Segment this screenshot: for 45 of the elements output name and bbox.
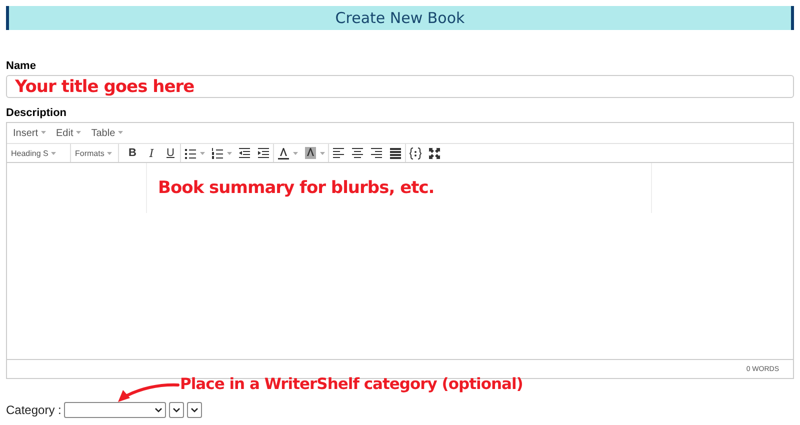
justify-icon	[389, 146, 402, 160]
category-select[interactable]	[187, 402, 202, 418]
bullet-list-icon	[184, 146, 197, 160]
dropdown-button[interactable]: Formats	[71, 144, 119, 162]
chevron-down-icon	[173, 408, 180, 412]
chevron-down-icon	[191, 408, 198, 412]
page-header: Create New Book	[6, 6, 794, 30]
name-input[interactable]: Your title goes here	[6, 75, 794, 98]
caret-icon	[118, 131, 124, 134]
annotation-text: Place in a WriterShelf category (optional)	[180, 375, 523, 393]
code-icon	[409, 146, 422, 160]
caret-icon	[293, 152, 298, 154]
indent-icon	[257, 146, 270, 160]
align-left-icon	[332, 146, 345, 160]
menu-button[interactable]: Insert	[13, 128, 46, 138]
arrow-icon	[118, 383, 180, 402]
caret-icon	[320, 152, 325, 154]
format-button[interactable]: B	[123, 144, 142, 162]
fullscreen-icon	[428, 146, 441, 160]
field-label: Name	[6, 60, 36, 72]
caret-icon	[107, 152, 112, 155]
numbered-list-icon	[211, 146, 224, 160]
caret-icon	[200, 152, 205, 154]
category-select[interactable]	[169, 402, 184, 418]
caret-icon	[51, 152, 56, 155]
caret-icon	[41, 131, 46, 134]
toolbar-button[interactable]	[180, 144, 208, 162]
align-right-icon	[370, 146, 383, 160]
caret-icon	[76, 131, 82, 134]
text-color-icon	[277, 146, 290, 160]
annotation-text: Book summary for blurbs, etc.	[158, 178, 434, 198]
field-label: Category :	[6, 403, 62, 417]
toolbar-button[interactable]	[273, 144, 301, 162]
chevron-down-icon	[155, 408, 162, 412]
format-button[interactable]: I	[142, 144, 161, 162]
format-button[interactable]: U	[161, 144, 180, 162]
align-center-icon	[351, 146, 364, 160]
menu-button[interactable]: Table	[91, 128, 124, 138]
outdent-icon	[238, 146, 251, 160]
highlight-icon	[304, 146, 317, 160]
field-label: Description	[6, 107, 67, 119]
menu-button[interactable]: Edit	[56, 128, 82, 138]
caret-icon	[227, 152, 232, 154]
dropdown-button[interactable]: Heading S	[7, 144, 71, 162]
annotation-text: Your title goes here	[15, 76, 194, 96]
